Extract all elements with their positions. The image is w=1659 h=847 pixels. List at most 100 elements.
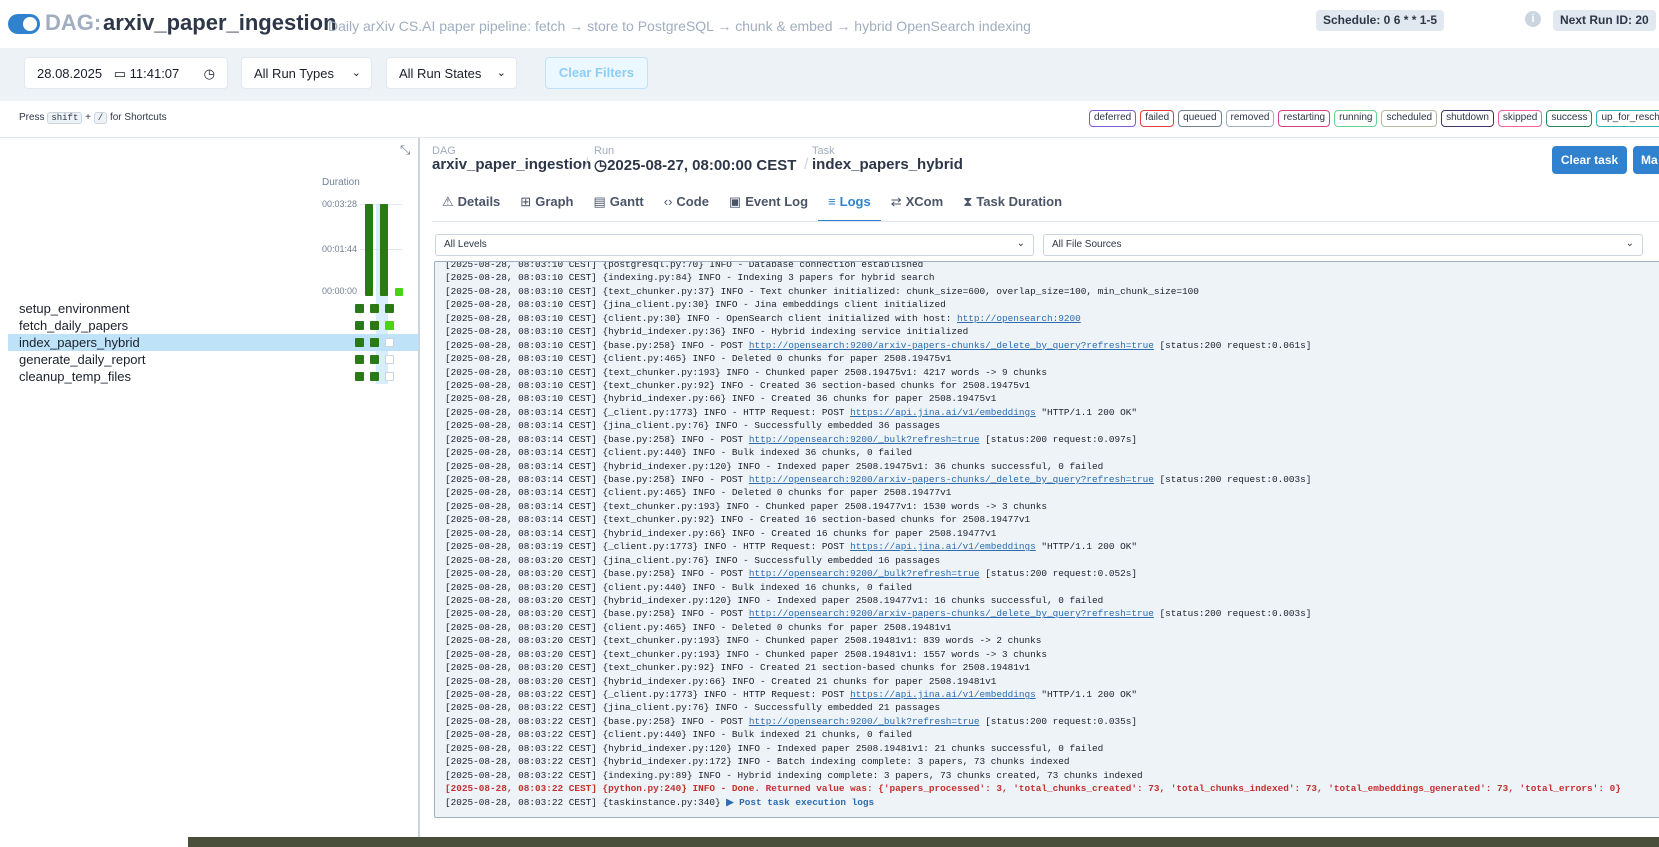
log-line: [2025-08-28, 08:03:10 CEST] {jina_client… [445, 298, 1621, 311]
graph-icon: ⊞ [520, 194, 532, 209]
run-state-select[interactable]: All Run States ⌄ [386, 57, 517, 89]
log-text: [2025-08-28, 08:03:20 CEST] {hybrid_inde… [445, 594, 1104, 606]
log-link[interactable]: http://opensearch:9200/_bulk?refresh=tru… [749, 568, 980, 579]
log-text: [2025-08-28, 08:03:10 CEST] {indexing.py… [445, 272, 935, 284]
tab-logs[interactable]: ≡ Logs [818, 188, 881, 222]
task-instance-cell[interactable] [355, 304, 364, 313]
clear-task-button[interactable]: Clear task [1552, 146, 1627, 174]
task-instance-cell[interactable] [385, 372, 394, 381]
log-link[interactable]: https://api.jina.ai/v1/embeddings [850, 541, 1036, 552]
log-text: [2025-08-28, 08:03:14 CEST] {hybrid_inde… [445, 460, 1104, 472]
base-date-input[interactable]: 28.08.2025 ▭ 11:41:07 ◷ [24, 57, 228, 89]
task-instance-cell[interactable] [355, 372, 364, 381]
tab-label: Task Duration [976, 194, 1063, 209]
state-badge-scheduled[interactable]: scheduled [1381, 110, 1438, 127]
task-row-cleanup_temp_files[interactable]: cleanup_temp_files [8, 368, 418, 385]
clock-icon: ◷ [594, 157, 608, 174]
mark-state-button[interactable]: Ma [1633, 146, 1659, 174]
task-row-setup_environment[interactable]: setup_environment [8, 300, 418, 317]
tab-task-duration[interactable]: ⧗ Task Duration [953, 188, 1072, 222]
state-badge-up_for_resched[interactable]: up_for_resched [1596, 110, 1659, 127]
task-instance-cell[interactable] [370, 304, 379, 313]
clear-filters-button[interactable]: Clear Filters [545, 57, 648, 89]
state-legend: deferred failed queued removed restarting run… [1089, 110, 1659, 127]
state-badge-queued[interactable]: queued [1178, 110, 1222, 127]
dag-pause-toggle[interactable] [8, 14, 40, 34]
log-line: [2025-08-28, 08:03:22 CEST] {_client.py:… [445, 688, 1621, 701]
breadcrumb-dag[interactable]: arxiv_paper_ingestion [432, 156, 591, 173]
log-line: [2025-08-28, 08:03:14 CEST] {hybrid_inde… [445, 527, 1621, 540]
log-line: [2025-08-28, 08:03:14 CEST] {hybrid_inde… [445, 460, 1621, 473]
collapse-icon[interactable]: ⤡ [400, 142, 414, 157]
log-text: [2025-08-28, 08:03:14 CEST] {text_chunke… [445, 500, 1047, 512]
task-instance-cell[interactable] [355, 338, 364, 347]
run-type-select[interactable]: All Run Types ⌄ [241, 57, 372, 89]
breadcrumb-run[interactable]: ◷2025-08-27, 08:00:00 CEST [594, 156, 796, 174]
state-badge-restarting[interactable]: restarting [1278, 110, 1331, 127]
tab-label: XCom [905, 194, 944, 209]
log-viewer[interactable]: [2025-08-28, 08:03:10 CEST] {postgresql.… [434, 261, 1659, 818]
log-link[interactable]: http://opensearch:9200/arxiv-papers-chun… [749, 474, 1154, 485]
state-badge-skipped[interactable]: skipped [1497, 110, 1543, 127]
log-line: [2025-08-28, 08:03:22 CEST] {base.py:258… [445, 715, 1621, 728]
task-instance-cell[interactable] [370, 355, 379, 364]
task-instance-cell[interactable] [370, 372, 379, 381]
log-text: [2025-08-28, 08:03:20 CEST] {base.py:258… [445, 568, 749, 580]
tab-label: Logs [839, 194, 871, 209]
task-instance-cell[interactable] [370, 338, 379, 347]
log-text: [2025-08-28, 08:03:10 CEST] {hybrid_inde… [445, 393, 997, 405]
tab-details[interactable]: ⚠ Details [432, 188, 510, 222]
state-badge-failed[interactable]: failed [1140, 110, 1175, 127]
shortcut-plus: + [85, 112, 91, 123]
info-icon[interactable]: i [1525, 11, 1541, 27]
state-badge-success[interactable]: success [1546, 110, 1593, 127]
breadcrumb-separator: / [584, 156, 589, 173]
tab-gantt[interactable]: ▤ Gantt [584, 188, 654, 222]
task-row-fetch_daily_papers[interactable]: fetch_daily_papers [8, 317, 418, 334]
gantt-icon: ▤ [593, 194, 606, 209]
breadcrumb-task: index_papers_hybrid [812, 156, 963, 173]
schedule-badge: Schedule: 0 6 * * 1-5 [1316, 10, 1445, 31]
task-instance-cell[interactable] [385, 321, 394, 330]
log-link[interactable]: http://opensearch:9200/_bulk?refresh=tru… [749, 434, 980, 445]
log-source-select[interactable]: All File Sources ⌄ [1043, 234, 1643, 256]
duration-bar[interactable] [395, 288, 403, 296]
task-row-generate_daily_report[interactable]: generate_daily_report [8, 351, 418, 368]
log-line: [2025-08-28, 08:03:14 CEST] {jina_client… [445, 419, 1621, 432]
state-badge-shutdown[interactable]: shutdown [1441, 110, 1494, 127]
post-task-logs-toggle[interactable]: ▶ Post task execution logs [726, 797, 874, 808]
duration-bar[interactable] [365, 204, 373, 296]
log-text: [2025-08-28, 08:03:10 CEST] {text_chunke… [445, 379, 1031, 391]
tab-xcom[interactable]: ⇄ XCom [881, 188, 953, 222]
log-line: [2025-08-28, 08:03:14 CEST] {text_chunke… [445, 500, 1621, 513]
next-run-badge: Next Run ID: 20 [1553, 10, 1656, 31]
panel-resizer[interactable] [418, 138, 420, 847]
task-row-index_papers_hybrid[interactable]: index_papers_hybrid [8, 334, 418, 351]
task-instance-cell[interactable] [385, 355, 394, 364]
task-instance-cell[interactable] [385, 304, 394, 313]
log-link[interactable]: http://opensearch:9200/arxiv-papers-chun… [749, 608, 1154, 619]
task-instance-cell[interactable] [370, 321, 379, 330]
log-link[interactable]: http://opensearch:9200 [957, 313, 1081, 324]
duration-bar[interactable] [380, 204, 388, 296]
task-duration-icon: ⧗ [963, 194, 973, 209]
tab-event-log[interactable]: ▣ Event Log [719, 188, 818, 222]
duration-tick-mid: 00:01:44 [322, 244, 358, 254]
state-badge-running[interactable]: running [1334, 110, 1378, 127]
code-icon: ‹› [663, 194, 673, 209]
log-link[interactable]: https://api.jina.ai/v1/embeddings [850, 689, 1036, 700]
state-badge-deferred[interactable]: deferred [1089, 110, 1137, 127]
log-text: [2025-08-28, 08:03:14 CEST] {base.py:258… [445, 433, 749, 445]
tab-code[interactable]: ‹› Code [654, 188, 719, 222]
log-link[interactable]: http://opensearch:9200/_bulk?refresh=tru… [749, 716, 980, 727]
state-badge-removed[interactable]: removed [1225, 110, 1275, 127]
task-instance-cell[interactable] [385, 338, 394, 347]
task-instance-cell[interactable] [355, 355, 364, 364]
tab-graph[interactable]: ⊞ Graph [510, 188, 583, 222]
log-level-select[interactable]: All Levels ⌄ [435, 234, 1034, 256]
log-link[interactable]: https://api.jina.ai/v1/embeddings [850, 407, 1036, 418]
task-instance-cell[interactable] [355, 321, 364, 330]
log-line: [2025-08-28, 08:03:10 CEST] {client.py:4… [445, 352, 1621, 365]
duration-tick-max: 00:03:28 [322, 199, 358, 209]
log-link[interactable]: http://opensearch:9200/arxiv-papers-chun… [749, 340, 1154, 351]
